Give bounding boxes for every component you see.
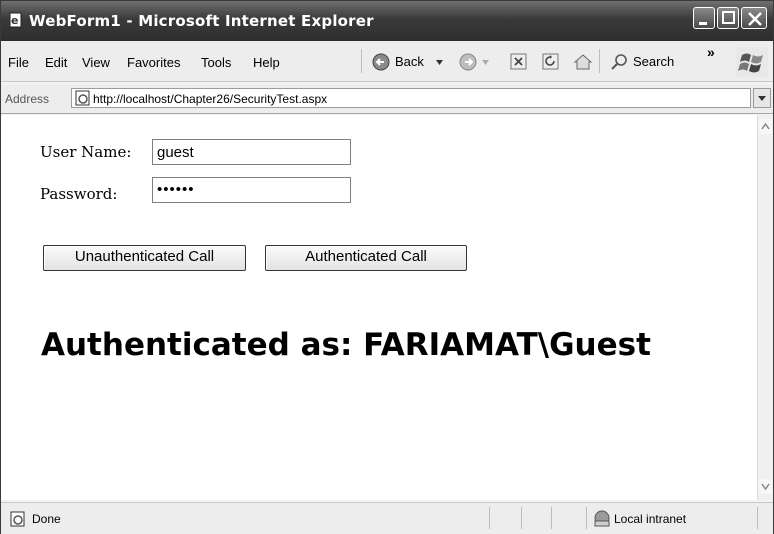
forward-dropdown-icon[interactable]	[481, 58, 491, 68]
stop-icon[interactable]	[510, 53, 528, 71]
back-label: Back	[395, 54, 424, 69]
window-title: WebForm1 - Microsoft Internet Explorer	[29, 12, 374, 30]
maximize-icon[interactable]	[717, 7, 739, 29]
ie-page-icon	[75, 90, 90, 106]
username-input[interactable]	[152, 139, 351, 165]
status-divider	[551, 507, 552, 529]
browser-window: e WebForm1 - Microsoft Internet Explorer…	[0, 0, 774, 534]
password-label: Password:	[40, 185, 118, 203]
close-icon[interactable]	[741, 7, 767, 29]
scroll-up-icon[interactable]	[759, 119, 772, 134]
title-bar: e WebForm1 - Microsoft Internet Explorer	[1, 1, 773, 41]
windows-flag-icon	[736, 47, 768, 77]
ie-page-icon	[10, 511, 25, 527]
status-divider	[757, 507, 758, 529]
minimize-icon[interactable]	[693, 7, 715, 29]
intranet-icon	[594, 510, 610, 527]
address-dropdown[interactable]	[753, 88, 771, 108]
back-dropdown-icon[interactable]	[435, 58, 445, 68]
status-divider	[489, 507, 490, 529]
refresh-icon[interactable]	[542, 53, 560, 71]
address-url: http://localhost/Chapter26/SecurityTest.…	[93, 92, 328, 106]
menu-view[interactable]: View	[82, 55, 110, 70]
scroll-down-icon[interactable]	[759, 479, 772, 494]
toolbar-overflow-chevron[interactable]: »	[707, 44, 715, 60]
forward-arrow-icon[interactable]	[458, 52, 478, 72]
menu-toolbar-row: File Edit View Favorites Tools Help Back…	[1, 41, 773, 82]
address-bar: Address http://localhost/Chapter26/Secur…	[1, 85, 773, 114]
menu-tools[interactable]: Tools	[201, 55, 231, 70]
status-divider	[586, 507, 587, 529]
unauthenticated-call-button[interactable]: Unauthenticated Call	[43, 245, 246, 271]
security-zone-label: Local intranet	[614, 512, 687, 526]
ie-page-icon: e	[8, 12, 24, 28]
menu-edit[interactable]: Edit	[45, 55, 67, 70]
username-label: User Name:	[40, 143, 132, 161]
back-arrow-icon	[372, 53, 390, 71]
menu-favorites[interactable]: Favorites	[127, 55, 180, 70]
result-message: Authenticated as: FARIAMAT\Guest	[41, 327, 651, 363]
authenticated-call-button[interactable]: Authenticated Call	[265, 245, 467, 271]
status-divider	[521, 507, 522, 529]
status-bar: Done Local intranet	[1, 502, 773, 534]
toolbar-separator	[361, 49, 362, 73]
status-text: Done	[32, 512, 61, 526]
menu-file[interactable]: File	[8, 55, 29, 70]
toolbar-separator	[599, 49, 600, 73]
address-label: Address	[5, 92, 50, 106]
password-input[interactable]: ••••••	[152, 177, 351, 203]
home-icon[interactable]	[573, 52, 593, 72]
vertical-scrollbar[interactable]	[757, 115, 773, 500]
menu-help[interactable]: Help	[253, 55, 280, 70]
search-icon	[611, 54, 627, 70]
page-content: User Name: Password: •••••• Unauthentica…	[1, 115, 757, 500]
dropdown-arrow-icon	[758, 96, 766, 101]
svg-text:e: e	[11, 14, 18, 27]
search-label: Search	[633, 54, 675, 69]
